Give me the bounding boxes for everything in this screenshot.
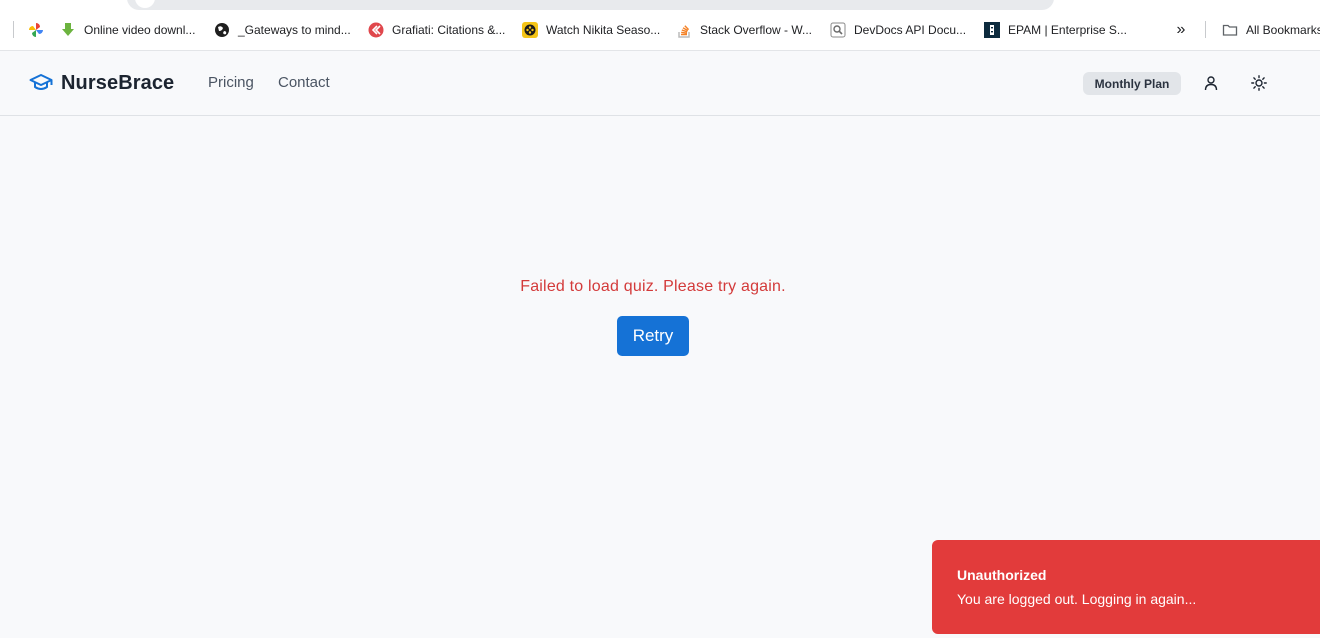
all-bookmarks-label: All Bookmarks bbox=[1246, 23, 1320, 37]
bookmark-gateways[interactable]: _Gateways to mind... bbox=[214, 19, 351, 41]
bookmark-devdocs[interactable]: DevDocs API Docu... bbox=[830, 19, 966, 41]
bookmark-label: DevDocs API Docu... bbox=[854, 23, 967, 37]
graduation-cap-icon bbox=[29, 71, 53, 95]
nav-contact-link[interactable]: Contact bbox=[278, 74, 330, 91]
sun-theme-toggle-icon[interactable] bbox=[1249, 73, 1269, 93]
nav-pricing-link[interactable]: Pricing bbox=[208, 74, 254, 91]
bookmark-label: EPAM | Enterprise S... bbox=[1008, 23, 1127, 37]
bookmark-grafiati[interactable]: Grafiati: Citations &... bbox=[368, 19, 505, 41]
bookmark-label: Online video downl... bbox=[84, 23, 196, 37]
all-bookmarks-button[interactable]: All Bookmarks bbox=[1222, 19, 1320, 41]
address-bar[interactable] bbox=[127, 0, 1054, 10]
toast-title: Unauthorized bbox=[957, 567, 1047, 583]
stackoverflow-icon bbox=[676, 22, 692, 38]
bookmark-online-video[interactable]: Online video downl... bbox=[60, 19, 195, 41]
bookmark-label: Grafiati: Citations &... bbox=[392, 23, 506, 37]
more-bookmarks-icon[interactable]: » bbox=[1172, 21, 1190, 39]
bookmarks-separator bbox=[13, 21, 14, 38]
user-icon[interactable] bbox=[1201, 73, 1221, 93]
devdocs-icon bbox=[830, 22, 846, 38]
apps-icon[interactable] bbox=[28, 19, 52, 41]
plan-badge[interactable]: Monthly Plan bbox=[1083, 72, 1181, 95]
film-reel-icon bbox=[522, 22, 538, 38]
error-message: Failed to load quiz. Please try again. bbox=[520, 278, 786, 295]
retry-button[interactable]: Retry bbox=[617, 316, 689, 356]
brand-logo[interactable]: NurseBrace bbox=[29, 71, 174, 95]
pinwheel-icon bbox=[28, 22, 44, 38]
bookmark-label: Stack Overflow - W... bbox=[700, 23, 813, 37]
bookmark-stackoverflow[interactable]: Stack Overflow - W... bbox=[676, 19, 812, 41]
bookmarks-separator bbox=[1205, 21, 1206, 38]
unauthorized-toast[interactable]: Unauthorized You are logged out. Logging… bbox=[932, 540, 1320, 634]
folder-icon bbox=[1222, 22, 1238, 38]
grafiati-icon bbox=[368, 22, 384, 38]
globe-icon bbox=[214, 22, 230, 38]
download-arrow-icon bbox=[60, 22, 76, 38]
bookmark-label: Watch Nikita Seaso... bbox=[546, 23, 661, 37]
app-header: NurseBrace Pricing Contact Monthly Plan bbox=[0, 51, 1320, 116]
bookmark-nikita[interactable]: Watch Nikita Seaso... bbox=[522, 19, 660, 41]
bookmark-epam[interactable]: EPAM | Enterprise S... bbox=[984, 19, 1127, 41]
epam-icon bbox=[984, 22, 1000, 38]
bookmarks-bar: Online video downl... _Gateways to mind.… bbox=[0, 0, 1320, 51]
brand-name: NurseBrace bbox=[61, 71, 175, 94]
toast-message: You are logged out. Logging in again... bbox=[957, 591, 1197, 607]
bookmark-label: _Gateways to mind... bbox=[238, 23, 351, 37]
